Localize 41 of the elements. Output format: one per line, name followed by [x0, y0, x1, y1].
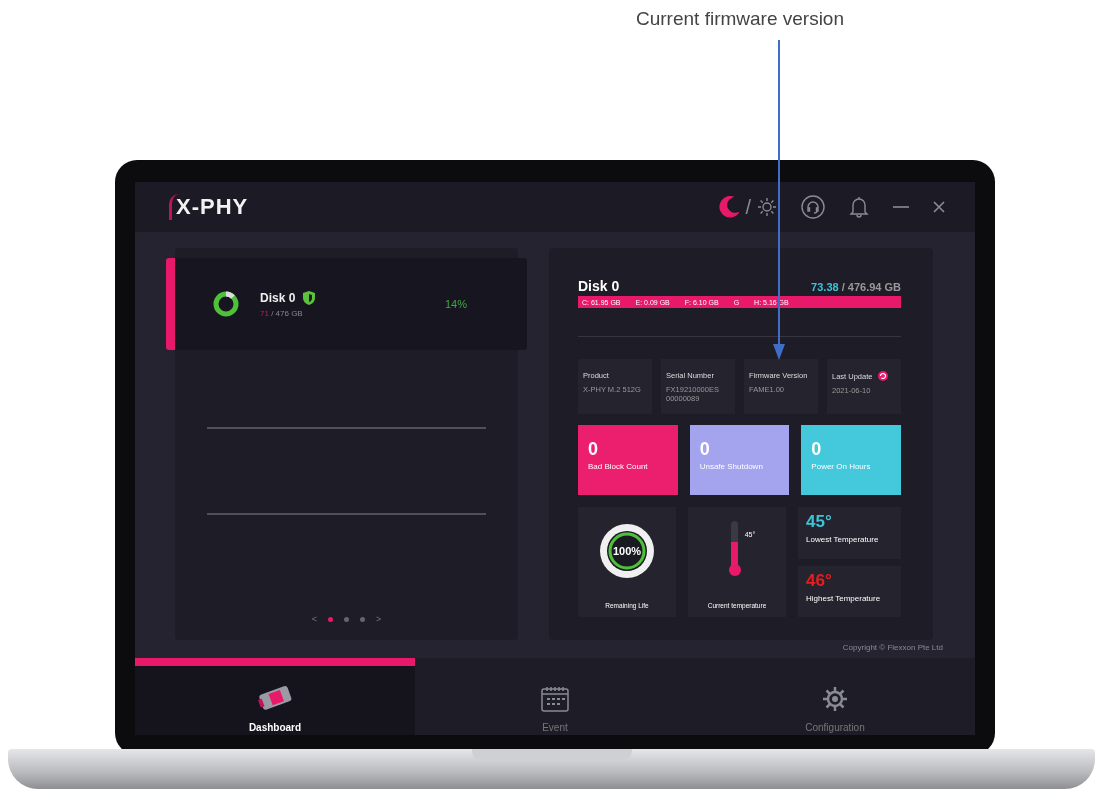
thermometer-bulb — [728, 564, 741, 576]
nav-tab[interactable]: Dashboard — [135, 658, 415, 735]
refresh-icon[interactable] — [878, 371, 889, 381]
support-icon[interactable] — [801, 195, 825, 219]
previous-page-button[interactable]: < — [311, 614, 317, 624]
moon-icon[interactable] — [719, 196, 740, 218]
temperature-label: Highest Temperature — [806, 593, 882, 603]
page-dot[interactable] — [360, 616, 365, 622]
minimize-icon[interactable] — [893, 205, 909, 209]
life-reading: 100% — [612, 545, 642, 557]
disk-capacity: 73.38 / 476.94 GB — [811, 281, 901, 293]
sun-icon[interactable] — [757, 197, 777, 217]
stat-label: Unsafe Shutdown — [699, 462, 764, 471]
disk-title: Disk 0 — [578, 278, 620, 294]
disk-list-item[interactable]: Disk 0 71 / 476 GB 14% — [166, 258, 527, 350]
logo: X-PHY — [169, 194, 249, 220]
page-dot[interactable] — [328, 616, 333, 622]
stat-label: Power On Hours — [811, 462, 872, 471]
shield-icon — [303, 290, 316, 305]
disk-usage-percent: 14% — [444, 298, 467, 310]
temperature-label: Lowest Temperature — [806, 535, 880, 544]
disk-size: 71 / 476 GB — [260, 308, 304, 318]
copyright-text: Copyright © Flexxon Pte Ltd — [842, 643, 943, 652]
theme-separator: / — [745, 195, 751, 219]
gear-icon — [822, 686, 848, 712]
close-icon[interactable] — [933, 201, 945, 213]
annotation-text: Current firmware version — [636, 8, 844, 30]
stat-label: Bad Block Count — [588, 462, 649, 471]
stat-value: 0 — [699, 439, 711, 460]
nav-tab[interactable]: Event — [415, 658, 695, 735]
page-dot[interactable] — [344, 616, 349, 622]
calendar-icon — [541, 686, 569, 712]
temperature-value: 45° — [806, 512, 833, 532]
next-page-button[interactable]: > — [376, 614, 382, 624]
disk-name: Disk 0 — [260, 290, 296, 305]
ring-icon — [212, 290, 240, 318]
temperature-value: 46° — [806, 570, 833, 591]
nav-tab[interactable]: Configuration — [695, 658, 975, 735]
bell-icon[interactable] — [849, 196, 869, 218]
stat-value: 0 — [588, 439, 599, 460]
stat-value: 0 — [811, 439, 823, 460]
